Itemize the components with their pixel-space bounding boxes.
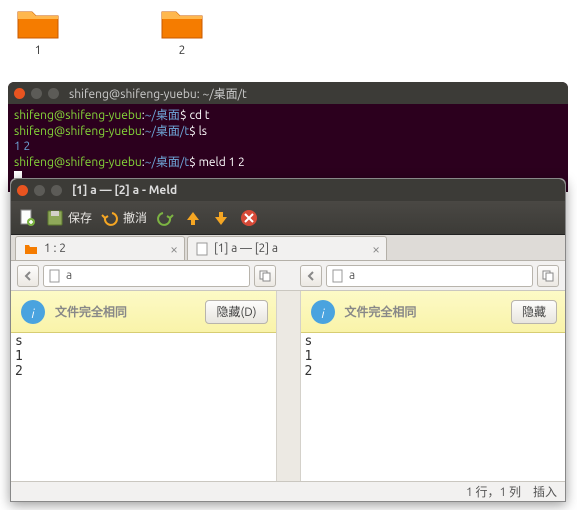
close-icon[interactable] [14, 88, 25, 99]
folder-label: 2 [152, 44, 212, 57]
nav-back-button[interactable] [300, 265, 322, 287]
document-icon [331, 269, 345, 283]
desktop: 1 2 [0, 0, 577, 75]
minimize-icon[interactable] [34, 185, 45, 196]
path-right-field[interactable]: a [326, 265, 533, 287]
ls-output: 1 2 [14, 139, 562, 155]
save-button[interactable]: 保存 [45, 208, 92, 228]
browse-button[interactable] [254, 265, 276, 287]
meld-window: [1] a — [2] a - Meld 保存 撤消 1 : 2 [10, 178, 566, 502]
down-button[interactable] [211, 208, 231, 228]
arrow-up-icon [183, 208, 203, 228]
tab-compare-1[interactable]: 1 : 2 × [15, 236, 185, 260]
desktop-folder-2[interactable]: 2 [152, 6, 212, 75]
status-mode: 插入 [533, 483, 557, 500]
hide-button-left[interactable]: 隐藏(D) [205, 300, 267, 324]
meld-title: [1] a — [2] a - Meld [72, 184, 177, 197]
stop-icon [239, 208, 259, 228]
redo-icon [155, 208, 175, 228]
save-icon [45, 208, 65, 228]
path-row: a a [11, 261, 565, 291]
folder-label: 1 [8, 44, 68, 57]
meld-titlebar[interactable]: [1] a — [2] a - Meld [11, 179, 565, 201]
tabs: 1 : 2 × [1] a — [2] a × [11, 235, 565, 261]
new-button[interactable] [17, 208, 37, 228]
terminal-title: shifeng@shifeng-yuebu: ~/桌面/t [69, 85, 247, 102]
undo-button[interactable]: 撤消 [100, 208, 147, 228]
folder-icon [16, 6, 60, 40]
minimize-icon[interactable] [31, 88, 42, 99]
folder-icon [24, 243, 38, 255]
status-position: 1 行，1 列 [466, 483, 521, 500]
document-icon [48, 269, 62, 283]
up-button[interactable] [183, 208, 203, 228]
content-left[interactable]: s 1 2 [11, 333, 276, 481]
redo-button[interactable] [155, 208, 175, 228]
document-icon [196, 242, 208, 256]
maximize-icon[interactable] [51, 185, 62, 196]
desktop-folder-1[interactable]: 1 [8, 6, 68, 75]
terminal-titlebar[interactable]: shifeng@shifeng-yuebu: ~/桌面/t [8, 82, 568, 104]
pane-left: i 文件完全相同 隐藏(D) s 1 2 [11, 291, 277, 481]
diff-panes: i 文件完全相同 隐藏(D) s 1 2 i 文件完全相同 隐藏 s 1 2 [11, 291, 565, 481]
new-doc-icon [17, 208, 37, 228]
diff-gutter [277, 291, 301, 481]
info-bar-left: i 文件完全相同 隐藏(D) [11, 291, 276, 333]
browse-button[interactable] [537, 265, 559, 287]
folder-icon [160, 6, 204, 40]
content-right[interactable]: s 1 2 [301, 333, 566, 481]
close-icon[interactable]: × [170, 241, 178, 257]
stop-button[interactable] [239, 208, 259, 228]
toolbar: 保存 撤消 [11, 201, 565, 235]
close-icon[interactable]: × [372, 241, 380, 257]
info-icon: i [19, 298, 47, 326]
undo-icon [100, 208, 120, 228]
nav-back-button[interactable] [17, 265, 39, 287]
maximize-icon[interactable] [48, 88, 59, 99]
arrow-down-icon [211, 208, 231, 228]
tab-compare-2[interactable]: [1] a — [2] a × [187, 236, 387, 260]
close-icon[interactable] [17, 185, 28, 196]
terminal-window: shifeng@shifeng-yuebu: ~/桌面/t shifeng@sh… [8, 82, 568, 192]
status-bar: 1 行，1 列 插入 [11, 481, 565, 501]
pane-right: i 文件完全相同 隐藏 s 1 2 [301, 291, 566, 481]
info-icon: i [309, 298, 337, 326]
path-left-field[interactable]: a [43, 265, 250, 287]
hide-button-right[interactable]: 隐藏 [511, 300, 557, 324]
info-bar-right: i 文件完全相同 隐藏 [301, 291, 566, 333]
